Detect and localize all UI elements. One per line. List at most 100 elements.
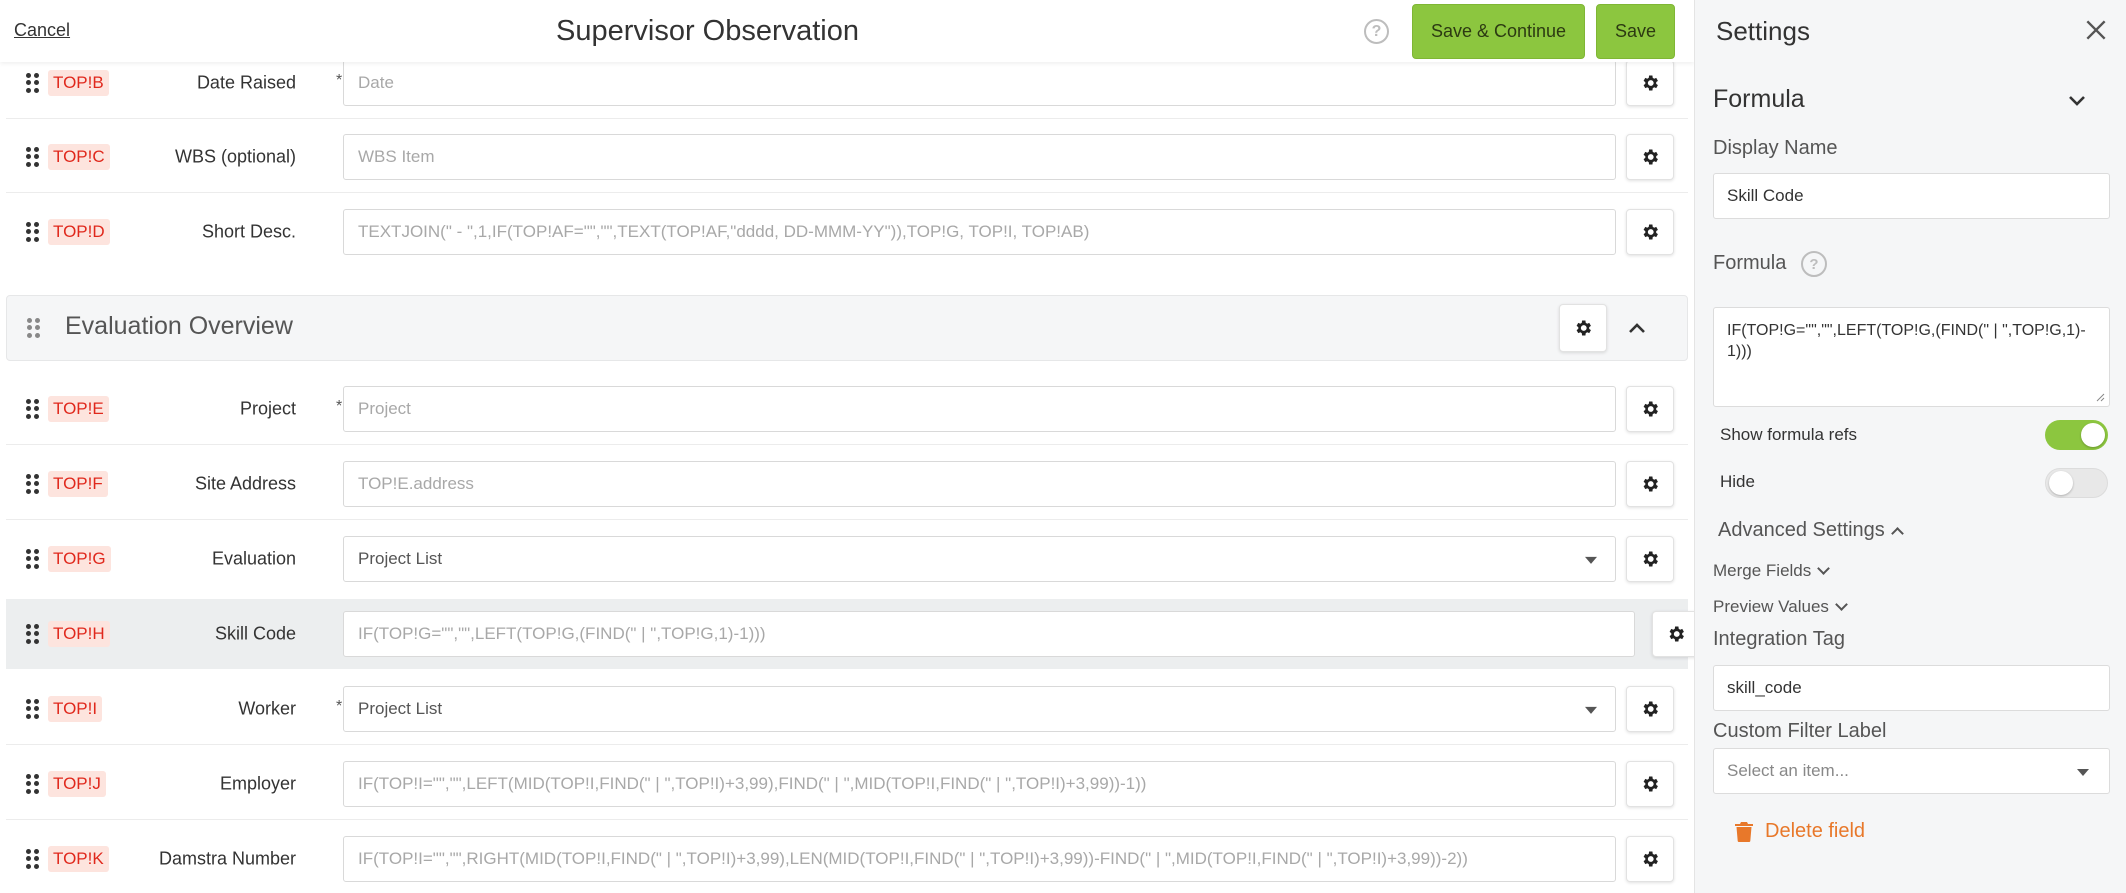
close-icon[interactable] bbox=[2083, 17, 2109, 43]
project-input[interactable]: Project bbox=[343, 386, 1616, 432]
field-settings-button[interactable] bbox=[1626, 536, 1674, 582]
site-address-input[interactable]: TOP!E.address bbox=[343, 461, 1616, 507]
drag-handle-icon[interactable] bbox=[26, 549, 39, 569]
employer-input[interactable]: IF(TOP!I="","",LEFT(MID(TOP!I,FIND(" | "… bbox=[343, 761, 1616, 807]
field-row[interactable]: TOP!H Skill Code IF(TOP!G="","",LEFT(TOP!G… bbox=[6, 599, 1694, 669]
gear-icon bbox=[1643, 149, 1658, 165]
date-raised-input[interactable]: Date bbox=[343, 60, 1616, 106]
field-settings-button[interactable] bbox=[1626, 686, 1674, 732]
chevron-up-icon[interactable] bbox=[1623, 314, 1651, 342]
field-settings-button[interactable] bbox=[1626, 209, 1674, 255]
input-placeholder: IF(TOP!I="","",LEFT(MID(TOP!I,FIND(" | "… bbox=[358, 774, 1147, 793]
drag-handle-icon[interactable] bbox=[26, 474, 39, 494]
field-settings-button[interactable] bbox=[1626, 461, 1674, 507]
drag-handle-icon[interactable] bbox=[26, 849, 39, 869]
gear-icon bbox=[1576, 320, 1591, 336]
chevron-down-icon bbox=[1817, 562, 1831, 575]
input-placeholder: IF(TOP!G="","",LEFT(TOP!G,(FIND(" | ",TO… bbox=[358, 624, 766, 643]
show-formula-refs-toggle[interactable] bbox=[2045, 420, 2108, 450]
save-and-continue-button[interactable]: Save & Continue bbox=[1412, 4, 1585, 59]
toggle-knob bbox=[2081, 423, 2105, 447]
custom-filter-select[interactable]: Select an item... bbox=[1713, 748, 2110, 794]
field-ref-tag: TOP!E bbox=[48, 396, 109, 422]
short-desc-input[interactable]: TEXTJOIN(" - ",1,IF(TOP!AF="","",TEXT(TO… bbox=[343, 209, 1616, 255]
row-divider bbox=[6, 118, 1688, 119]
field-ref-tag: TOP!C bbox=[48, 144, 110, 170]
resize-grip-icon[interactable] bbox=[2095, 392, 2105, 402]
caret-down-icon bbox=[2077, 769, 2089, 776]
field-row[interactable]: TOP!K Damstra Number IF(TOP!I="","",RIGHT(… bbox=[6, 824, 1688, 893]
field-settings-button[interactable] bbox=[1626, 386, 1674, 432]
drag-handle-icon[interactable] bbox=[26, 399, 39, 419]
drag-handle-icon[interactable] bbox=[26, 73, 39, 93]
row-divider bbox=[6, 744, 1688, 745]
field-label: Date Raised bbox=[196, 72, 296, 93]
field-row[interactable]: TOP!I Worker * Project List bbox=[6, 674, 1688, 744]
formula-label: Formula bbox=[1713, 252, 1787, 274]
chevron-up-icon bbox=[1890, 527, 1904, 540]
custom-filter-label: Custom Filter Label bbox=[1713, 720, 1887, 742]
wbs-optional-input[interactable]: WBS Item bbox=[343, 134, 1616, 180]
drag-handle-icon[interactable] bbox=[26, 222, 39, 242]
field-row[interactable]: TOP!D Short Desc. TEXTJOIN(" - ",1,IF(TOP!… bbox=[6, 197, 1688, 267]
save-button[interactable]: Save bbox=[1596, 4, 1675, 59]
field-label: Skill Code bbox=[214, 623, 296, 644]
field-row[interactable]: TOP!C WBS (optional) WBS Item bbox=[6, 122, 1688, 192]
drag-handle-icon[interactable] bbox=[26, 699, 39, 719]
field-settings-button[interactable] bbox=[1626, 836, 1674, 882]
advanced-settings-toggle[interactable]: Advanced Settings bbox=[1718, 519, 1904, 542]
chevron-down-icon[interactable] bbox=[2065, 88, 2089, 112]
show-formula-refs-label: Show formula refs bbox=[1720, 425, 1857, 444]
input-placeholder: WBS Item bbox=[358, 147, 435, 166]
damstra-number-input[interactable]: IF(TOP!I="","",RIGHT(MID(TOP!I,FIND(" | … bbox=[343, 836, 1616, 882]
section-settings-button[interactable] bbox=[1559, 304, 1607, 352]
worker-select[interactable]: Project List bbox=[343, 686, 1616, 732]
gear-icon bbox=[1669, 626, 1684, 642]
field-settings-button[interactable] bbox=[1626, 761, 1674, 807]
field-label: Evaluation bbox=[211, 548, 296, 569]
hide-toggle[interactable] bbox=[2045, 468, 2108, 498]
help-icon[interactable]: ? bbox=[1364, 19, 1389, 44]
evaluation-select[interactable]: Project List bbox=[343, 536, 1616, 582]
skill-code-input[interactable]: IF(TOP!G="","",LEFT(TOP!G,(FIND(" | ",TO… bbox=[343, 611, 1635, 657]
preview-values-toggle[interactable]: Preview Values bbox=[1713, 597, 1848, 617]
row-divider bbox=[6, 444, 1688, 445]
input-placeholder: TOP!E.address bbox=[358, 474, 474, 493]
input-placeholder: Project List bbox=[358, 549, 443, 568]
settings-title: Settings bbox=[1716, 16, 1810, 46]
field-label: Employer bbox=[219, 773, 296, 794]
drag-handle-icon[interactable] bbox=[26, 774, 39, 794]
hide-label: Hide bbox=[1720, 472, 1755, 491]
field-label: Short Desc. bbox=[201, 221, 296, 242]
gear-icon bbox=[1643, 551, 1658, 567]
field-row[interactable]: TOP!G Evaluation Project List bbox=[6, 524, 1688, 594]
field-ref-tag: TOP!J bbox=[48, 771, 106, 797]
drag-handle-icon[interactable] bbox=[26, 624, 39, 644]
formula-textarea[interactable]: IF(TOP!G="","",LEFT(TOP!G,(FIND(" | ",TO… bbox=[1713, 307, 2110, 407]
trash-icon bbox=[1735, 821, 1753, 842]
merge-fields-toggle[interactable]: Merge Fields bbox=[1713, 561, 1831, 581]
field-settings-button[interactable] bbox=[1626, 134, 1674, 180]
field-row[interactable]: TOP!F Site Address TOP!E.address bbox=[6, 449, 1688, 519]
delete-field-button[interactable]: Delete field bbox=[1735, 820, 1865, 843]
field-settings-button[interactable] bbox=[1652, 611, 1694, 657]
integration-tag-input[interactable]: skill_code bbox=[1713, 665, 2110, 711]
field-settings-button[interactable] bbox=[1626, 60, 1674, 106]
caret-down-icon bbox=[1585, 556, 1597, 564]
help-icon[interactable]: ? bbox=[1801, 251, 1827, 277]
field-label: Damstra Number bbox=[158, 848, 296, 869]
input-placeholder: Project List bbox=[358, 699, 443, 718]
field-row[interactable]: TOP!E Project * Project bbox=[6, 374, 1688, 444]
gear-icon bbox=[1643, 401, 1658, 417]
toggle-knob bbox=[2049, 471, 2073, 495]
section-header-evaluation-overview[interactable]: Evaluation Overview bbox=[6, 295, 1688, 361]
merge-fields-label: Merge Fields bbox=[1713, 561, 1812, 580]
page-title: Supervisor Observation bbox=[555, 15, 860, 47]
integration-tag-label: Integration Tag bbox=[1713, 628, 1845, 650]
drag-handle-icon[interactable] bbox=[26, 147, 39, 167]
custom-filter-placeholder: Select an item... bbox=[1727, 761, 1849, 780]
drag-handle-icon[interactable] bbox=[27, 318, 40, 338]
display-name-input[interactable]: Skill Code bbox=[1713, 173, 2110, 219]
settings-panel: Settings Formula Display Name Skill Code… bbox=[1694, 0, 2126, 893]
field-row[interactable]: TOP!J Employer IF(TOP!I="","",LEFT(MID(TOP… bbox=[6, 749, 1688, 819]
